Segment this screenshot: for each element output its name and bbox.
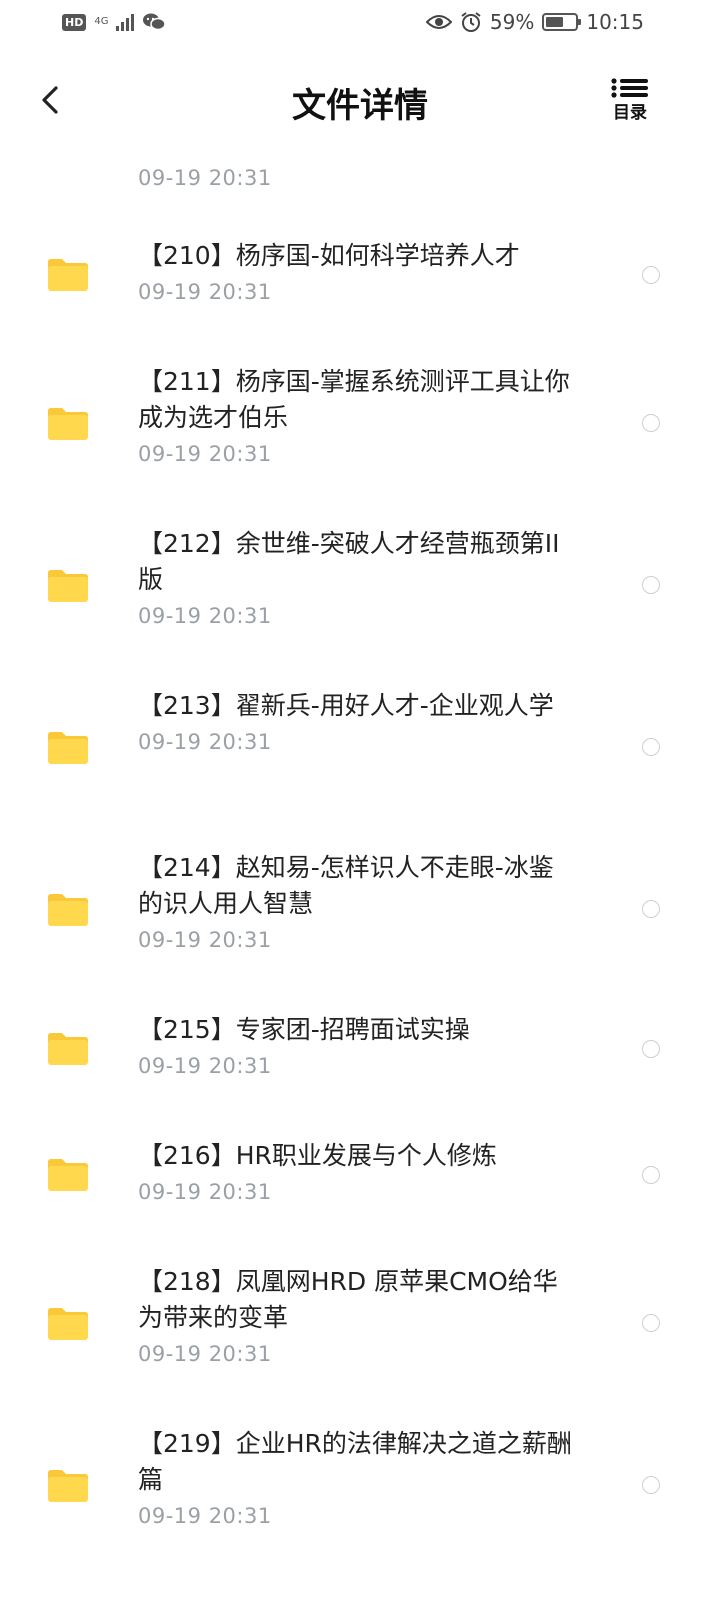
folder-icon (48, 1470, 88, 1502)
select-radio[interactable] (642, 900, 660, 918)
list-item[interactable]: 【219】企业HR的法律解决之道之薪酬篇 09-19 20:31 (0, 1408, 720, 1570)
folder-icon (48, 894, 88, 926)
item-date: 09-19 20:31 (138, 604, 272, 628)
item-name: 【219】企业HR的法律解决之道之薪酬篇 (138, 1429, 572, 1494)
folder-icon (48, 1159, 88, 1191)
item-date: 09-19 20:31 (138, 1504, 272, 1528)
select-radio[interactable] (642, 414, 660, 432)
folder-icon (48, 259, 88, 291)
signal-icon (116, 13, 135, 31)
select-radio[interactable] (642, 1040, 660, 1058)
item-date: 09-19 20:31 (138, 730, 272, 754)
select-radio[interactable] (642, 266, 660, 284)
item-name: 【214】赵知易-怎样识人不走眼-冰鉴的识人用人智慧 (138, 853, 554, 918)
item-date: 09-19 20:31 (138, 1054, 272, 1078)
list-item[interactable]: 【214】赵知易-怎样识人不走眼-冰鉴的识人用人智慧 09-19 20:31 (0, 832, 720, 994)
item-date: 09-19 20:31 (138, 1342, 272, 1366)
select-radio[interactable] (642, 576, 660, 594)
wechat-icon (143, 13, 167, 31)
list-item[interactable]: 【216】HR职业发展与个人修炼 09-19 20:31 (0, 1120, 720, 1246)
folder-icon (48, 1308, 88, 1340)
list-item[interactable]: 【210】杨序国-如何科学培养人才 09-19 20:31 (0, 220, 720, 346)
list-item[interactable]: 【215】专家团-招聘面试实操 09-19 20:31 (0, 994, 720, 1120)
item-name: 【215】专家团-招聘面试实操 (138, 1015, 470, 1044)
select-radio[interactable] (642, 1476, 660, 1494)
table-of-contents-button[interactable]: 目录 (608, 78, 652, 126)
list-item[interactable]: 【212】余世维-突破人才经营瓶颈第II版 09-19 20:31 (0, 508, 720, 670)
item-date: 09-19 20:31 (138, 166, 272, 190)
item-name: 【210】杨序国-如何科学培养人才 (138, 241, 520, 270)
status-time: 10:15 (586, 10, 644, 34)
item-name: 【212】余世维-突破人才经营瓶颈第II版 (138, 529, 560, 594)
item-date: 09-19 20:31 (138, 442, 272, 466)
item-name: 【213】翟新兵-用好人才-企业观人学 (138, 691, 554, 720)
network-type: 4G (94, 16, 109, 27)
status-bar: HD 4G 59% 10:15 (0, 0, 720, 50)
status-right: 59% 10:15 (425, 10, 644, 34)
hd-badge: HD (62, 13, 87, 31)
file-list: 09-19 20:31 【210】杨序国-如何科学培养人才 09-19 20:3… (0, 140, 720, 1600)
select-radio[interactable] (642, 1166, 660, 1184)
item-name: 【211】杨序国-掌握系统测评工具让你成为选才伯乐 (138, 367, 570, 432)
item-date: 09-19 20:31 (138, 928, 272, 952)
folder-icon (48, 732, 88, 764)
item-name: 【218】凤凰网HRD 原苹果CMO给华为带来的变革 (138, 1267, 558, 1332)
folder-icon (48, 570, 88, 602)
list-item[interactable]: 【218】凤凰网HRD 原苹果CMO给华为带来的变革 09-19 20:31 (0, 1246, 720, 1408)
battery-icon (542, 13, 582, 31)
select-radio[interactable] (642, 738, 660, 756)
alarm-icon (461, 12, 481, 32)
toc-label: 目录 (613, 103, 647, 123)
folder-icon (48, 408, 88, 440)
select-radio[interactable] (642, 1314, 660, 1332)
list-item[interactable]: 【211】杨序国-掌握系统测评工具让你成为选才伯乐 09-19 20:31 (0, 346, 720, 508)
status-left: HD 4G (62, 12, 167, 32)
battery-percent: 59% (489, 10, 535, 34)
eye-icon (425, 15, 452, 29)
list-item[interactable]: 09-19 20:31 (0, 140, 720, 220)
folder-icon (48, 1033, 88, 1065)
list-item[interactable]: 【213】翟新兵-用好人才-企业观人学 09-19 20:31 (0, 670, 720, 832)
item-date: 09-19 20:31 (138, 1180, 272, 1204)
list-icon (611, 78, 648, 98)
item-name: 【216】HR职业发展与个人修炼 (138, 1141, 497, 1170)
battery-fill (546, 17, 564, 27)
top-bar: 文件详情 目录 (0, 60, 720, 140)
item-date: 09-19 20:31 (138, 280, 272, 304)
